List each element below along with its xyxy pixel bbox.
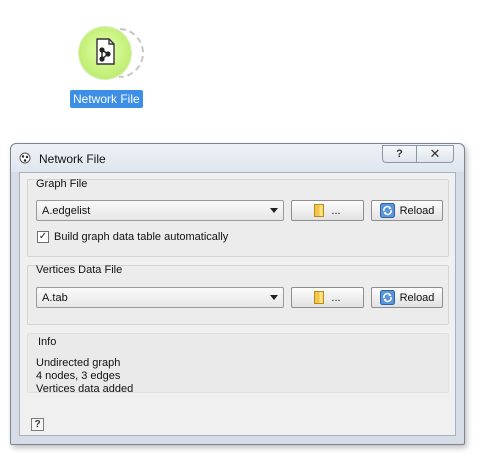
graph-browse-label: ... [331, 204, 341, 217]
reload-icon [379, 203, 395, 218]
chevron-down-icon [270, 295, 278, 300]
vertices-browse-button[interactable]: ... [291, 287, 364, 308]
info-line: 4 nodes, 3 edges [36, 370, 121, 382]
window-title: Network File [39, 152, 106, 166]
folder-icon [314, 291, 325, 304]
vertices-file-title: Vertices Data File [36, 264, 123, 276]
vertices-reload-button[interactable]: Reload [371, 287, 443, 308]
graph-reload-label: Reload [399, 204, 435, 217]
vertices-file-combo[interactable]: A.tab [36, 287, 284, 308]
graph-file-combo[interactable]: A.edgelist [36, 200, 284, 221]
info-line: Vertices data added [36, 383, 134, 395]
graph-file-value: A.edgelist [42, 205, 91, 217]
network-icon [19, 152, 31, 164]
graph-file-group: Graph File A.edgelist ... Reload ✓ Build… [27, 178, 449, 257]
help-button[interactable]: ? [382, 145, 416, 163]
graph-file-title: Graph File [36, 178, 88, 190]
info-title: Info [38, 336, 57, 348]
network-file-window: Network File ? ✕ Graph File A.edgelist .… [10, 143, 465, 445]
close-button[interactable]: ✕ [416, 145, 454, 163]
title-bar[interactable]: Network File ? ✕ [11, 144, 464, 172]
node-label[interactable]: Network File [70, 90, 143, 108]
network-file-node[interactable]: Network File [70, 17, 155, 109]
vertices-reload-label: Reload [399, 291, 435, 304]
build-table-label[interactable]: Build graph data table automatically [54, 231, 228, 243]
vertices-file-value: A.tab [42, 292, 68, 304]
dialog-body: Graph File A.edgelist ... Reload ✓ Build… [19, 172, 456, 436]
network-file-icon [96, 38, 115, 65]
folder-icon [314, 204, 325, 217]
build-table-checkbox-row[interactable]: ✓ Build graph data table automatically [37, 230, 228, 244]
vertices-file-group: Vertices Data File A.tab ... Reload [27, 264, 449, 325]
reload-icon [379, 290, 395, 305]
graph-reload-button[interactable]: Reload [371, 200, 443, 221]
build-table-checkbox[interactable]: ✓ [37, 231, 49, 243]
footer-help-button[interactable]: ? [31, 418, 44, 431]
graph-browse-button[interactable]: ... [291, 200, 364, 221]
chevron-down-icon [270, 208, 278, 213]
info-text: Undirected graph 4 nodes, 3 edges Vertic… [36, 357, 133, 396]
vertices-browse-label: ... [331, 291, 341, 304]
title-buttons: ? ✕ [382, 145, 454, 163]
info-line: Undirected graph [36, 357, 121, 369]
